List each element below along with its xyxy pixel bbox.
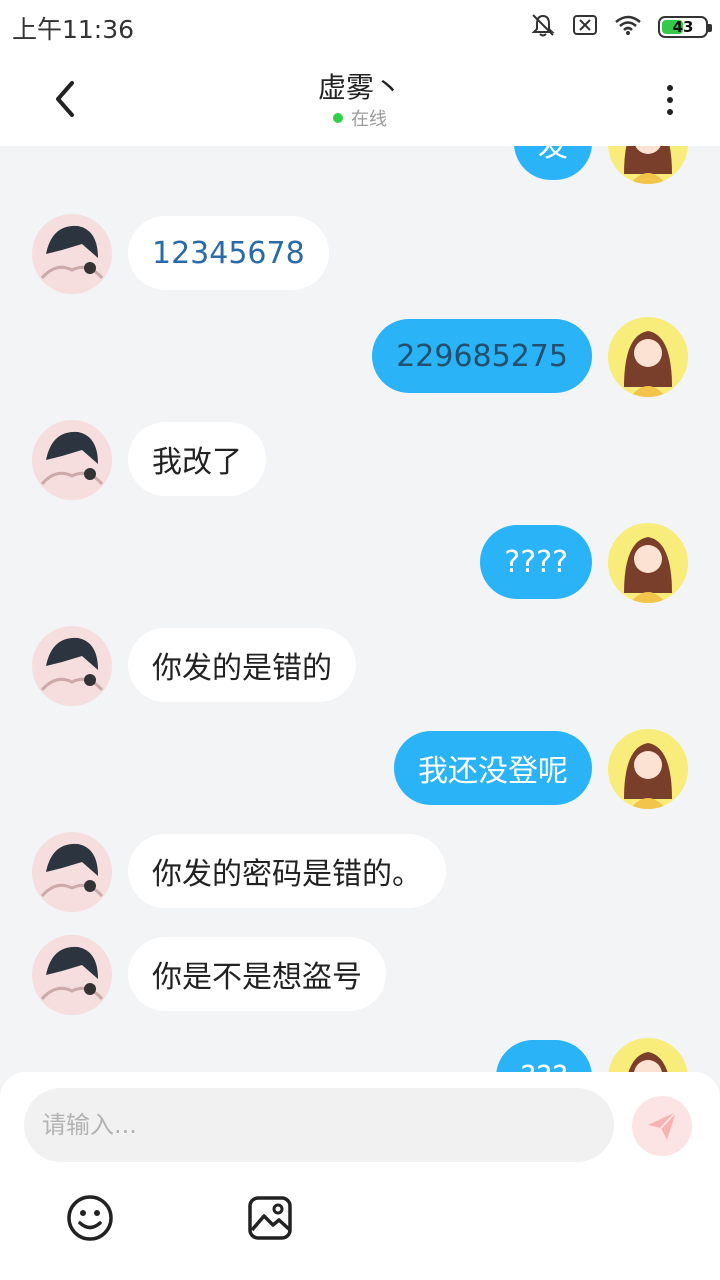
- wifi-icon: [614, 14, 642, 40]
- my-avatar[interactable]: [608, 317, 688, 397]
- emoji-button[interactable]: [66, 1194, 114, 1242]
- message-row: 我改了: [0, 420, 720, 500]
- no-sim-icon: [572, 14, 598, 40]
- contact-avatar[interactable]: [32, 420, 112, 500]
- message-row: ????: [0, 523, 720, 603]
- bell-off-icon: [530, 12, 556, 42]
- contact-avatar[interactable]: [32, 214, 112, 294]
- message-bubble[interactable]: 我改了: [128, 422, 266, 496]
- message-row: 12345678: [0, 214, 720, 294]
- message-row: ???: [0, 1038, 720, 1076]
- message-input[interactable]: [24, 1088, 614, 1162]
- message-row: 你是不是想盗号: [0, 935, 720, 1015]
- status-icons: 43: [530, 12, 712, 42]
- message-bubble[interactable]: 你发的是错的: [128, 628, 356, 702]
- image-button[interactable]: [246, 1194, 294, 1242]
- contact-name: 虚雾丶: [317, 71, 402, 104]
- message-bubble[interactable]: 发: [514, 146, 592, 180]
- message-bubble[interactable]: ????: [480, 525, 592, 599]
- my-avatar[interactable]: [608, 146, 688, 184]
- status-bar: 上午11:36 43: [0, 0, 720, 52]
- my-avatar[interactable]: [608, 523, 688, 603]
- message-bubble[interactable]: 12345678: [128, 216, 329, 290]
- my-avatar[interactable]: [608, 729, 688, 809]
- image-icon: [248, 1196, 292, 1240]
- more-vertical-icon: [667, 85, 673, 91]
- more-button[interactable]: [646, 76, 694, 124]
- status-time: 上午11:36: [12, 15, 135, 44]
- battery-level: 43: [672, 18, 694, 36]
- message-bubble[interactable]: 229685275: [372, 319, 592, 393]
- message-row: 发: [0, 146, 720, 184]
- my-avatar[interactable]: [608, 1038, 688, 1076]
- message-bubble[interactable]: ???: [496, 1040, 592, 1076]
- message-row: 你发的是错的: [0, 626, 720, 706]
- paper-plane-icon: [648, 1111, 677, 1140]
- message-bubble[interactable]: 我还没登呢: [394, 731, 592, 805]
- message-row: 229685275: [0, 317, 720, 397]
- smiley-icon: [67, 1195, 113, 1241]
- online-dot: [333, 113, 343, 123]
- contact-avatar[interactable]: [32, 626, 112, 706]
- input-bar: [0, 1072, 720, 1280]
- online-status: 在线: [0, 105, 720, 131]
- message-bubble[interactable]: 你发的密码是错的。: [128, 834, 446, 908]
- contact-avatar[interactable]: [32, 832, 112, 912]
- message-row: 你发的密码是错的。: [0, 832, 720, 912]
- contact-avatar[interactable]: [32, 935, 112, 1015]
- message-bubble[interactable]: 你是不是想盗号: [128, 937, 386, 1011]
- online-status-text: 在线: [351, 109, 387, 130]
- send-button[interactable]: [632, 1096, 692, 1156]
- message-row: 我还没登呢: [0, 729, 720, 809]
- chat-header: 虚雾丶 在线: [0, 52, 720, 146]
- battery-indicator: 43: [658, 16, 712, 38]
- message-list[interactable]: 发 12345678 229685275 我改了 ???? 你发的是错的 我还没…: [0, 146, 720, 1076]
